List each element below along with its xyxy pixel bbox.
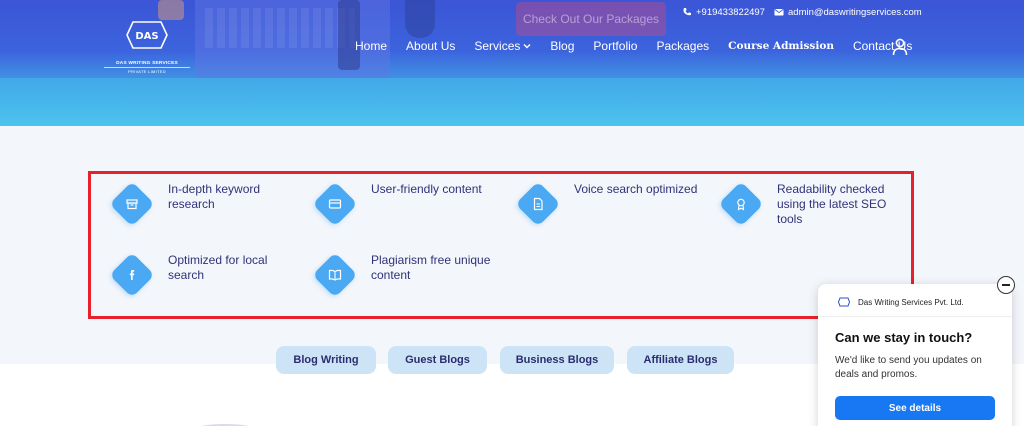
feature-badge xyxy=(515,181,561,227)
feature-item: Voice search optimized xyxy=(515,181,704,227)
nav-home[interactable]: Home xyxy=(355,39,387,53)
feature-label: Plagiarism free unique content xyxy=(371,253,491,282)
tab-affiliate-blogs[interactable]: Affiliate Blogs xyxy=(627,346,734,374)
nav-about-us[interactable]: About Us xyxy=(406,39,455,53)
feature-badge xyxy=(312,252,358,298)
popup-close-button[interactable] xyxy=(997,276,1015,294)
feature-item: In-depth keyword research xyxy=(109,181,298,227)
feature-badge xyxy=(718,181,764,227)
minus-icon xyxy=(1002,284,1010,286)
feature-label: Optimized for local search xyxy=(168,253,268,282)
feature-badge xyxy=(312,181,358,227)
nav-packages[interactable]: Packages xyxy=(656,39,709,53)
hero-figure xyxy=(405,0,435,38)
chevron-down-icon xyxy=(523,44,531,49)
hero-band xyxy=(0,78,1024,126)
feature-label: User-friendly content xyxy=(371,182,482,196)
logo-subtext: PRIVATE LIMITED xyxy=(104,67,190,74)
popup-brand: Das Writing Services Pvt. Ltd. xyxy=(838,297,964,307)
phone-number[interactable]: +919433822497 xyxy=(696,7,765,18)
phone-icon xyxy=(683,8,691,16)
nav-portfolio[interactable]: Portfolio xyxy=(593,39,637,53)
site-logo[interactable]: DAS DAS WRITING SERVICES PRIVATE LIMITED xyxy=(104,20,190,74)
feature-label: Readability checked using the latest SEO… xyxy=(777,182,887,226)
archive-icon xyxy=(126,199,138,210)
feature-item: Readability checked using the latest SEO… xyxy=(718,181,897,227)
award-icon xyxy=(737,198,745,211)
hero-figure xyxy=(158,0,184,20)
newsletter-popup: Das Writing Services Pvt. Ltd. Can we st… xyxy=(818,284,1012,426)
tab-business-blogs[interactable]: Business Blogs xyxy=(500,346,614,374)
check-out-packages-button[interactable]: Check Out Our Packages xyxy=(516,2,666,36)
popup-brand-name: Das Writing Services Pvt. Ltd. xyxy=(858,297,964,307)
see-details-button[interactable]: See details xyxy=(835,396,995,420)
nav-services[interactable]: Services xyxy=(474,39,531,53)
facebook-icon xyxy=(129,270,135,280)
feature-label: Voice search optimized xyxy=(574,182,698,196)
feature-item: Optimized for local search xyxy=(109,252,298,298)
das-logo-icon: DAS xyxy=(126,21,168,49)
tab-guest-blogs[interactable]: Guest Blogs xyxy=(388,346,487,374)
book-icon xyxy=(328,269,342,281)
main-nav: Home About Us Services Blog Portfolio Pa… xyxy=(355,38,931,54)
phone-contact[interactable]: +919433822497 xyxy=(682,6,765,18)
feature-item: User-friendly content xyxy=(312,181,501,227)
card-icon xyxy=(328,199,342,209)
hero-keyboard-graphic xyxy=(205,8,355,48)
nav-course-admission[interactable]: Course Admission xyxy=(728,40,834,52)
feature-badge xyxy=(109,252,155,298)
svg-text:DAS: DAS xyxy=(135,31,158,42)
feature-badge xyxy=(109,181,155,227)
document-icon xyxy=(533,197,543,211)
nav-services-label: Services xyxy=(474,39,521,53)
email-contact[interactable]: admin@daswritingservices.com xyxy=(774,6,922,18)
site-header: Check Out Our Packages DAS DAS WRITING S… xyxy=(0,0,1024,126)
das-logo-icon xyxy=(838,297,850,307)
popup-description: We'd like to send you updates on deals a… xyxy=(835,355,982,380)
nav-blog[interactable]: Blog xyxy=(550,39,574,53)
logo-text: DAS WRITING SERVICES xyxy=(116,61,178,66)
user-icon[interactable] xyxy=(892,38,908,56)
feature-item: Plagiarism free unique content xyxy=(312,252,501,298)
feature-label: In-depth keyword research xyxy=(168,182,261,211)
divider xyxy=(818,316,1012,317)
mail-icon xyxy=(774,9,784,16)
tab-blog-writing[interactable]: Blog Writing xyxy=(276,346,376,374)
email-address[interactable]: admin@daswritingservices.com xyxy=(788,7,922,18)
popup-title: Can we stay in touch? xyxy=(835,330,973,345)
hero-figure xyxy=(338,0,360,70)
